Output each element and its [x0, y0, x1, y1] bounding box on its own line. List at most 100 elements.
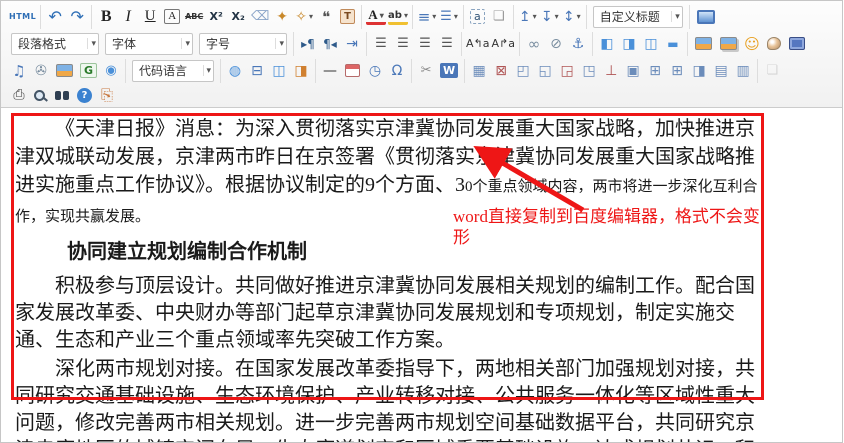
- indent-button[interactable]: ⇥: [342, 33, 362, 54]
- font-border-button[interactable]: A: [164, 9, 180, 24]
- image-center-button[interactable]: ◫: [641, 33, 661, 54]
- merge-cells-button[interactable]: ▣: [623, 60, 643, 81]
- insert-image-button[interactable]: [695, 37, 712, 50]
- insert-date-button[interactable]: [345, 64, 360, 77]
- insert-video-button[interactable]: [789, 37, 805, 50]
- split-rows-button[interactable]: ▤: [711, 60, 731, 81]
- font-color-button[interactable]: A▾: [366, 8, 386, 25]
- insert-table-button[interactable]: ▦: [469, 60, 489, 81]
- emotion-button[interactable]: ☺: [742, 33, 762, 54]
- italic-button[interactable]: I: [118, 6, 138, 27]
- print-button[interactable]: ⎙: [9, 85, 29, 106]
- superscript-button[interactable]: X²: [206, 6, 226, 27]
- custom-title-select[interactable]: 自定义标题▾: [593, 6, 683, 28]
- unlink-button[interactable]: ⊘: [546, 33, 566, 54]
- caret-icon: ▾: [181, 38, 190, 49]
- page-break-button[interactable]: ⊟: [247, 60, 267, 81]
- insert-flash-button[interactable]: ◉: [101, 60, 121, 81]
- toolbar-group: ❏: [758, 59, 786, 83]
- horizontal-rule-button[interactable]: —: [320, 60, 340, 81]
- toolbar-group: ≡▾☰▾: [413, 5, 464, 29]
- screenshot-button[interactable]: ✂: [416, 60, 436, 81]
- remove-format-button[interactable]: ⌫: [250, 6, 270, 27]
- strikethrough-button[interactable]: ABC: [184, 6, 204, 27]
- ordered-list-button[interactable]: ≡▾: [417, 6, 437, 27]
- insert-music-button[interactable]: ♫: [9, 60, 29, 81]
- line-spacing-button[interactable]: ↕▾: [562, 6, 582, 27]
- font-size-select[interactable]: 字号▾: [199, 33, 287, 55]
- align-justify-button[interactable]: ☰: [437, 33, 457, 54]
- image-inline-button[interactable]: ◨: [619, 33, 639, 54]
- merge-right-button[interactable]: ◨: [689, 60, 709, 81]
- delete-row-button[interactable]: ◲: [557, 60, 577, 81]
- redo-icon[interactable]: ↷: [67, 6, 87, 27]
- to-uppercase-button[interactable]: A↰a: [466, 33, 489, 54]
- toolbar-group: — ◷Ω: [316, 59, 412, 83]
- toolbar-row-2: 段落格式▾字体▾字号▾▸¶¶◂⇥☰☰☰☰A↰aA↱a∞⊘⚓◧◨◫▬☺: [3, 30, 840, 57]
- insert-map-button[interactable]: G: [80, 63, 97, 78]
- insert-time-button[interactable]: ◷: [365, 60, 385, 81]
- anchor-button[interactable]: ⚓: [568, 33, 588, 54]
- toolbar-row-3: ♫✇G◉代码语言▾◍⊟◫◨—◷Ω✂W▦⊠◰◱◲◳⊥▣⊞⊞◨▤▥❏: [3, 57, 840, 84]
- paragraph-spacing-bottom-button[interactable]: ↧▾: [540, 6, 560, 27]
- image-album-button[interactable]: [720, 37, 737, 50]
- blockquote-button[interactable]: ❝: [316, 6, 336, 27]
- image-float-left-button[interactable]: ◧: [597, 33, 617, 54]
- help-button[interactable]: ?: [77, 88, 92, 103]
- caret-icon: ▾: [533, 12, 537, 21]
- font-family-select[interactable]: 字体▾: [105, 33, 193, 55]
- bold-button[interactable]: B: [96, 6, 116, 27]
- special-chars-button[interactable]: Ω: [387, 60, 407, 81]
- edit-anchor-button[interactable]: a: [470, 9, 485, 24]
- split-columns-button[interactable]: ▥: [733, 60, 753, 81]
- format-painter-button[interactable]: ✦: [272, 6, 292, 27]
- paragraph-intro: 《天津日报》消息：为深入贯彻落实京津冀协同发展重大国家战略，加快推进京津双城联动…: [15, 115, 763, 231]
- link-button[interactable]: ∞: [524, 33, 544, 54]
- delete-column-button[interactable]: ⊥: [601, 60, 621, 81]
- html-source-button[interactable]: HTML: [9, 6, 36, 27]
- fullscreen-button[interactable]: [697, 10, 715, 24]
- word-import-button[interactable]: W: [440, 63, 458, 78]
- align-center-button[interactable]: ☰: [393, 33, 413, 54]
- code-language-select[interactable]: 代码语言▾: [132, 60, 214, 82]
- attachment-button[interactable]: ✇: [31, 60, 51, 81]
- insert-frame-button[interactable]: [56, 64, 73, 77]
- toolbar-group: ☺: [688, 32, 812, 56]
- highlight-color-button[interactable]: ab▾: [388, 9, 408, 25]
- unordered-list-button[interactable]: ☰▾: [439, 6, 459, 27]
- scrawl-button[interactable]: [767, 37, 781, 50]
- toolbar-group: a❏: [464, 5, 514, 29]
- table-title-button[interactable]: ◰: [513, 60, 533, 81]
- toolbar-group: ◍⊟◫◨: [221, 59, 316, 83]
- insert-title-row-button[interactable]: ◱: [535, 60, 555, 81]
- preview-button[interactable]: [34, 90, 45, 101]
- toolbar-group: 段落格式▾ 字体▾ 字号▾: [5, 32, 294, 56]
- paragraph-format-select[interactable]: 段落格式▾: [11, 33, 99, 55]
- insert-column-after-button[interactable]: ⊞: [667, 60, 687, 81]
- toolbar-row-4: ⎙? ⎘: [3, 84, 840, 106]
- background-button[interactable]: ◨: [291, 60, 311, 81]
- auto-typeset-button[interactable]: ✧▾: [294, 6, 314, 27]
- find-replace-button[interactable]: [55, 91, 61, 100]
- editor-content-area[interactable]: 《天津日报》消息：为深入贯彻落实京津冀协同发展重大国家战略，加快推进京津双城联动…: [1, 108, 777, 443]
- ltr-paragraph-button[interactable]: ▸¶: [298, 33, 318, 54]
- to-lowercase-button[interactable]: A↱a: [491, 33, 514, 54]
- subscript-button[interactable]: X₂: [228, 6, 248, 27]
- rtl-paragraph-button[interactable]: ¶◂: [320, 33, 340, 54]
- delete-table-button[interactable]: ⊠: [491, 60, 511, 81]
- paste-text-button[interactable]: T: [340, 9, 355, 24]
- paragraph-spacing-top-button[interactable]: ↥▾: [518, 6, 538, 27]
- paste-button[interactable]: ⎘: [97, 85, 117, 106]
- toolbar-group: ↥▾↧▾↕▾: [514, 5, 587, 29]
- align-right-button[interactable]: ☰: [415, 33, 435, 54]
- image-block-button[interactable]: ▬: [663, 33, 683, 54]
- insert-code-button[interactable]: ◍: [225, 60, 245, 81]
- insert-row-button[interactable]: ⊞: [645, 60, 665, 81]
- align-left-button[interactable]: ☰: [371, 33, 391, 54]
- clear-document-button[interactable]: ❏: [489, 6, 509, 27]
- undo-icon[interactable]: ↶: [45, 6, 65, 27]
- underline-button[interactable]: U: [140, 6, 160, 27]
- template-button[interactable]: ◫: [269, 60, 289, 81]
- insert-column-button[interactable]: ◳: [579, 60, 599, 81]
- toolbar-group: ✂W: [412, 59, 465, 83]
